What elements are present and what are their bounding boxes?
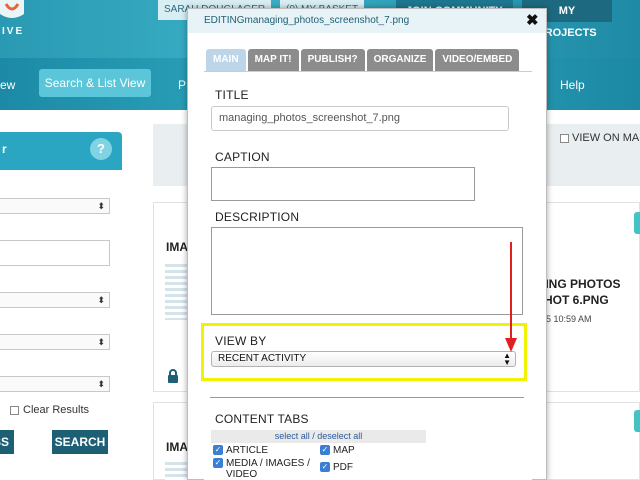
- view-by-select[interactable]: RECENT ACTIVITY ▲ ▼: [211, 351, 516, 367]
- tab-video-embed[interactable]: VIDEO/EMBED: [435, 49, 520, 71]
- caption-label: CAPTION: [215, 150, 270, 164]
- nav-help-link[interactable]: Help: [560, 78, 585, 92]
- dialog-header: EDITINGmanaging_photos_screenshot_7.png …: [188, 9, 546, 33]
- close-icon[interactable]: ✖: [526, 11, 539, 29]
- card-type-label: IMA: [166, 440, 188, 454]
- description-textarea[interactable]: [211, 227, 523, 315]
- content-tab-map-label: MAP: [333, 445, 355, 456]
- filter-select-4[interactable]: ⬍: [0, 376, 110, 392]
- content-tab-media[interactable]: ✓ MEDIA / IMAGES / VIDEO: [213, 458, 318, 480]
- clear-results-checkbox[interactable]: [10, 405, 19, 415]
- clear-results-row[interactable]: Clear Results: [10, 404, 89, 416]
- dialog-tabs: MAIN MAP IT! PUBLISH? ORGANIZE VIDEO/EMB…: [206, 49, 520, 71]
- card-thumbnail[interactable]: [165, 462, 187, 480]
- filter-panel-title: r: [2, 142, 7, 156]
- view-on-map-toggle[interactable]: VIEW ON MA: [560, 132, 639, 144]
- card-tab-marker[interactable]: [634, 410, 640, 432]
- filter-select-2[interactable]: ⬍: [0, 292, 110, 308]
- logo-text: IVE: [2, 26, 25, 37]
- view-on-map-checkbox[interactable]: [560, 133, 569, 143]
- filter-panel: r ? ⬍ ⬍ ⬍ ⬍ Clear Results SS SEARCH: [0, 110, 124, 480]
- select-all-link[interactable]: select all / deselect all: [211, 430, 426, 443]
- search-button[interactable]: SEARCH: [52, 430, 108, 454]
- view-by-value: RECENT ACTIVITY: [218, 353, 307, 364]
- card-date: 5 10:59 AM: [546, 314, 592, 324]
- nav-search-list-view[interactable]: Search & List View: [39, 69, 151, 97]
- content-tabs-label: CONTENT TABS: [215, 412, 309, 426]
- filter-select-3[interactable]: ⬍: [0, 334, 110, 350]
- card-title[interactable]: GING PHOTOS SHOT 6.PNG: [536, 276, 640, 308]
- card-tab-marker[interactable]: [634, 212, 640, 234]
- content-tab-article-label: ARTICLE: [226, 445, 269, 456]
- content-tab-map[interactable]: ✓ MAP: [320, 445, 355, 456]
- clear-results-label: Clear Results: [23, 404, 90, 416]
- title-input[interactable]: managing_photos_screenshot_7.png: [211, 106, 509, 131]
- checkbox-checked-icon[interactable]: ✓: [320, 462, 330, 472]
- description-label: DESCRIPTION: [215, 210, 300, 224]
- section-divider: [210, 397, 524, 398]
- content-tab-pdf-label: PDF: [333, 462, 353, 473]
- tab-organize[interactable]: ORGANIZE: [366, 49, 434, 71]
- filter-input[interactable]: [0, 240, 110, 266]
- partial-button[interactable]: SS: [0, 430, 14, 454]
- lock-icon: [168, 369, 178, 383]
- checkbox-checked-icon[interactable]: ✓: [213, 458, 223, 468]
- checkbox-checked-icon[interactable]: ✓: [213, 445, 223, 455]
- dialog-title: EDITINGmanaging_photos_screenshot_7.png: [204, 15, 410, 26]
- content-tab-pdf[interactable]: ✓ PDF: [320, 462, 353, 473]
- nav-view-link[interactable]: ew: [0, 78, 15, 92]
- logo-icon: [0, 0, 24, 18]
- title-label: TITLE: [215, 88, 249, 102]
- checkbox-checked-icon[interactable]: ✓: [320, 445, 330, 455]
- content-tab-article[interactable]: ✓ ARTICLE: [213, 445, 268, 456]
- card-type-label: IMA: [166, 240, 188, 254]
- filter-select-1[interactable]: ⬍: [0, 198, 110, 214]
- tab-main[interactable]: MAIN: [206, 49, 246, 71]
- nav-partial-link[interactable]: P: [178, 78, 186, 92]
- annotation-arrow-icon: [505, 242, 517, 352]
- caption-textarea[interactable]: [211, 167, 475, 201]
- tab-map-it[interactable]: MAP IT!: [247, 49, 299, 71]
- view-by-label: VIEW BY: [215, 334, 267, 348]
- tab-publish[interactable]: PUBLISH?: [300, 49, 365, 71]
- help-icon[interactable]: ?: [90, 138, 112, 160]
- view-on-map-label: VIEW ON MA: [572, 132, 640, 144]
- card-thumbnail[interactable]: [165, 264, 187, 320]
- content-tab-media-label: MEDIA / IMAGES / VIDEO: [226, 458, 310, 480]
